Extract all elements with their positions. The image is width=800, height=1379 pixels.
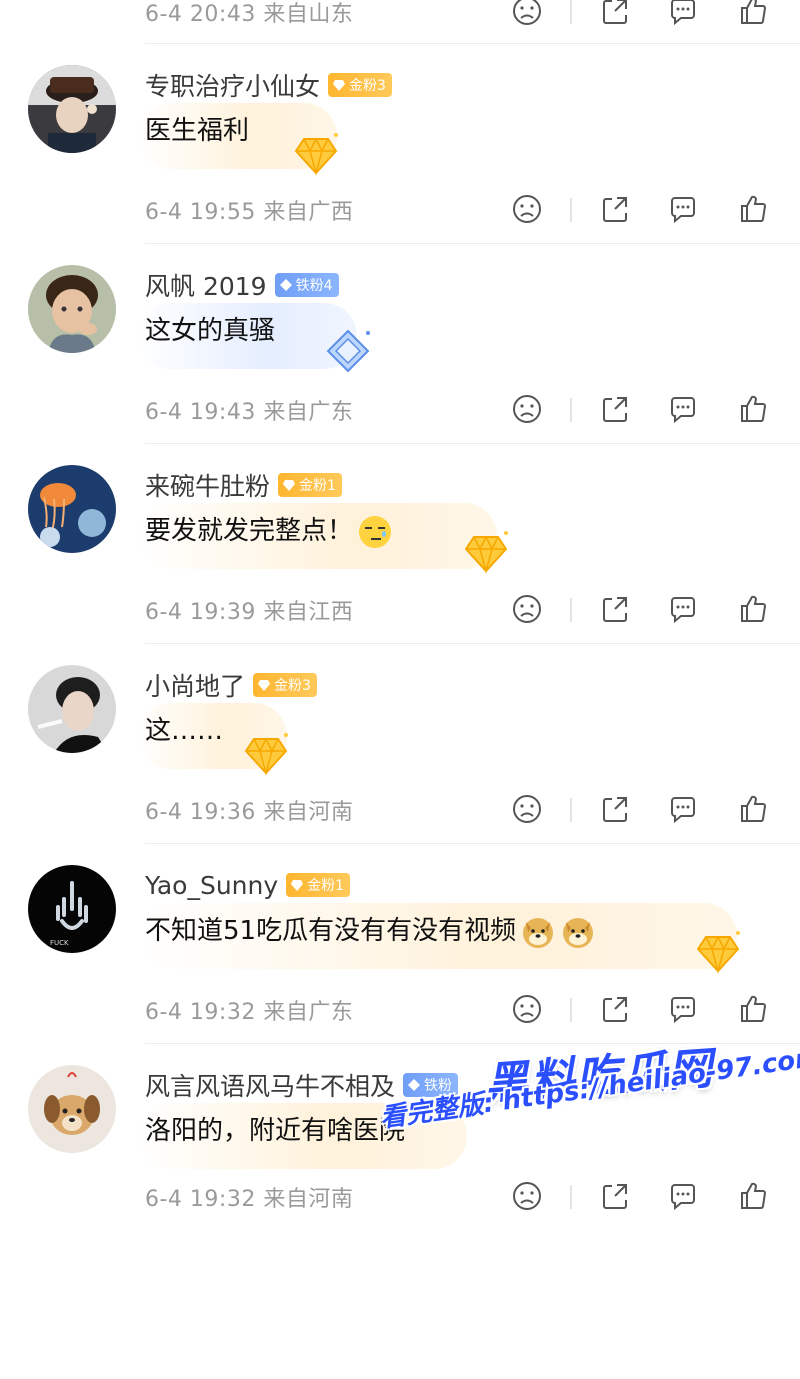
share-icon[interactable]	[598, 0, 632, 28]
comment-meta-row: 6-4 19:36 来自河南	[0, 790, 800, 830]
comment-item: 来碗牛肚粉 金粉1 要发就发完整点！ 6-4 19:39 来自江西	[0, 445, 800, 645]
share-icon[interactable]	[598, 992, 632, 1026]
share-icon[interactable]	[598, 592, 632, 626]
avatar-child-icon[interactable]	[28, 265, 116, 353]
dislike-face-icon[interactable]	[510, 392, 544, 426]
smirk-emoji-icon	[359, 515, 392, 548]
comment-item: 专职治疗小仙女 金粉3 医生福利 6-4 19:55 来自广西	[0, 45, 800, 245]
fan-badge[interactable]: 铁粉4	[274, 273, 339, 297]
comment-item: 风帆 2019 铁粉4 这女的真骚 6-4 19:43 来自广东	[0, 245, 800, 445]
gold-gem-icon	[244, 733, 288, 776]
fan-badge[interactable]: 金粉1	[278, 473, 342, 497]
gem-icon	[333, 80, 346, 91]
thumbs-up-icon[interactable]	[736, 992, 770, 1026]
comment-text: 这……	[145, 716, 224, 746]
comment-meta: 6-4 19:43 来自广东	[145, 400, 354, 425]
comment-meta: 6-4 19:55 来自广西	[145, 200, 354, 225]
fan-badge[interactable]: 金粉3	[253, 673, 317, 697]
doge-emoji-icon	[563, 917, 594, 948]
doge-emoji-icon	[523, 917, 554, 948]
share-icon[interactable]	[598, 392, 632, 426]
thumbs-up-icon[interactable]	[736, 0, 770, 28]
comment-meta-row: 6-4 19:55 来自广西	[0, 190, 800, 230]
thumbs-up-icon[interactable]	[736, 792, 770, 826]
dislike-face-icon[interactable]	[510, 592, 544, 626]
svg-text:FUCK: FUCK	[50, 939, 69, 947]
avatar-smoker-icon[interactable]	[28, 665, 116, 753]
comment-meta: 6-4 19:39 来自江西	[145, 600, 354, 625]
comment-text: 这女的真骚	[145, 316, 276, 346]
comment-meta-row: 6-4 20:43 来自山东	[0, 0, 800, 32]
username[interactable]: 风帆 2019	[145, 267, 267, 303]
dislike-face-icon[interactable]	[510, 192, 544, 226]
share-icon[interactable]	[598, 792, 632, 826]
dislike-face-icon[interactable]	[510, 792, 544, 826]
comment-item: 小尚地了 金粉3 这…… 6-4 19:36 来自河南	[0, 645, 800, 845]
gem-icon	[291, 880, 304, 891]
username[interactable]: 专职治疗小仙女	[145, 67, 320, 103]
comment-text: 不知道51吃瓜有没有有没有视频	[145, 916, 596, 948]
fan-badge[interactable]: 金粉3	[328, 73, 392, 97]
gold-gem-icon	[696, 931, 740, 974]
thumbs-up-icon[interactable]	[736, 192, 770, 226]
dislike-face-icon[interactable]	[510, 0, 544, 28]
share-icon[interactable]	[598, 192, 632, 226]
comment-text: 要发就发完整点！	[145, 515, 393, 548]
avatar-jellyfish-icon[interactable]	[28, 465, 116, 553]
comment-meta-row: 6-4 19:32 来自广东	[0, 990, 800, 1030]
comment-meta-row: 6-4 19:39 来自江西	[0, 590, 800, 630]
comment-meta: 6-4 19:36 来自河南	[145, 800, 354, 825]
diamond-icon	[279, 279, 292, 291]
avatar-hat-icon[interactable]	[28, 65, 116, 153]
comment-bubble-icon[interactable]	[666, 1179, 800, 1379]
dislike-face-icon[interactable]	[510, 992, 544, 1026]
username[interactable]: 小尚地了	[145, 667, 245, 703]
comment-meta-row: 6-4 19:43 来自广东	[0, 390, 800, 430]
comment-text: 洛阳的，附近有啥医院	[145, 1116, 406, 1146]
avatar-xray-hand-icon[interactable]: FUCK	[28, 865, 116, 953]
fan-badge[interactable]: 金粉1	[286, 873, 351, 897]
comment-meta: 6-4 19:32 来自河南	[145, 1187, 354, 1212]
comment-item: FUCK Yao_Sunny 金粉1 不知道51吃瓜有没有有没有视频 6-4 1…	[0, 845, 800, 1045]
gem-icon	[258, 680, 271, 691]
gold-gem-icon	[464, 531, 508, 574]
watermark-overlay: 黑料吃瓜网 看完整版: https://heiliao-97.com	[376, 1040, 800, 1190]
comment-meta: 6-4 20:43 来自山东	[145, 2, 354, 27]
gold-gem-icon	[294, 133, 338, 176]
username[interactable]: 风言风语风马牛不相及	[145, 1067, 395, 1103]
comment-feed: 6-4 20:43 来自山东 专职治疗小仙女 金粉3 医生福利 6-4 19:5…	[0, 0, 800, 1212]
username[interactable]: 来碗牛肚粉	[145, 467, 270, 503]
comment-meta: 6-4 19:32 来自广东	[145, 1000, 354, 1025]
avatar-puppy-icon[interactable]	[28, 1065, 116, 1153]
blue-diamond-icon	[326, 329, 370, 373]
username[interactable]: Yao_Sunny	[145, 871, 278, 900]
thumbs-up-icon[interactable]	[736, 592, 770, 626]
gem-icon	[283, 480, 296, 491]
thumbs-up-icon[interactable]	[736, 392, 770, 426]
comment-text: 医生福利	[145, 116, 250, 146]
